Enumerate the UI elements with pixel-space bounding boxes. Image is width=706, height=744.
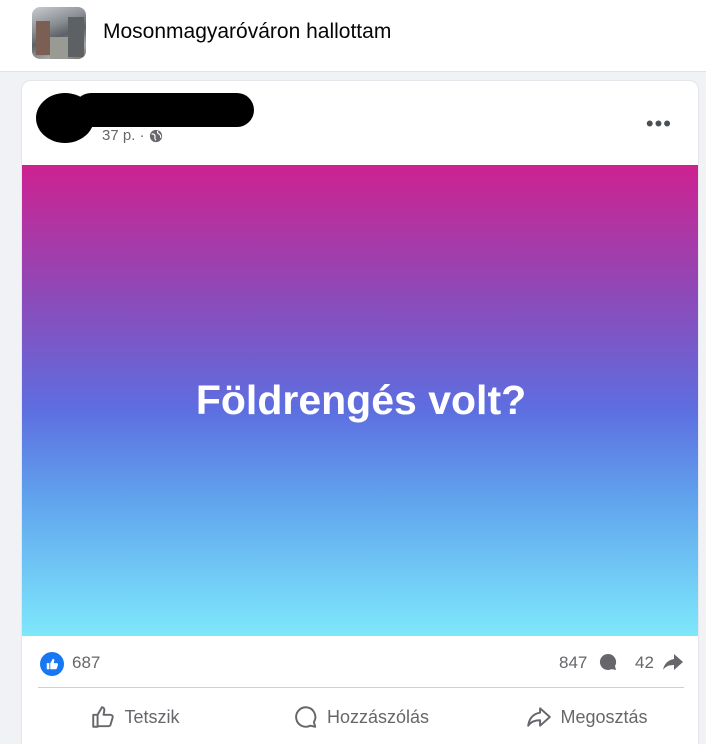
globe-icon <box>149 129 162 142</box>
comment-button[interactable]: Hozzászólás <box>248 689 474 744</box>
comment-bubble-icon <box>599 653 617 670</box>
post-stats: 687 847 42 <box>22 636 698 688</box>
share-icon <box>527 707 552 727</box>
like-button[interactable]: Tetszik <box>22 689 248 744</box>
share-arrow-icon <box>663 654 683 670</box>
group-title[interactable]: Mosonmagyaróváron hallottam <box>103 20 391 44</box>
post-time[interactable]: 37 p. · <box>102 127 145 144</box>
comment-icon <box>295 706 317 728</box>
post-text: Földrengés volt? <box>195 377 527 423</box>
more-options-icon[interactable]: ••• <box>646 111 672 137</box>
post-card: 37 p. · ••• Földrengés volt? 687 847 42 … <box>21 80 699 744</box>
divider <box>38 687 684 688</box>
post-meta: 37 p. · <box>102 127 163 144</box>
redacted-author-name <box>74 93 254 127</box>
post-actions: Tetszik Hozzászólás Megosztás <box>22 689 698 744</box>
post-background-text: Földrengés volt? <box>22 165 698 636</box>
comment-button-label: Hozzászólás <box>326 706 430 727</box>
share-button-label: Megosztás <box>560 706 648 727</box>
comment-count[interactable]: 847 <box>559 653 587 673</box>
group-header: Mosonmagyaróváron hallottam <box>0 0 706 72</box>
thumbs-up-icon <box>92 706 115 728</box>
like-button-label: Tetszik <box>124 706 180 727</box>
share-count[interactable]: 42 <box>635 653 654 673</box>
share-button[interactable]: Megosztás <box>474 689 698 744</box>
like-count[interactable]: 687 <box>72 653 100 673</box>
like-reaction-icon[interactable] <box>40 652 64 676</box>
group-avatar[interactable] <box>32 7 86 59</box>
